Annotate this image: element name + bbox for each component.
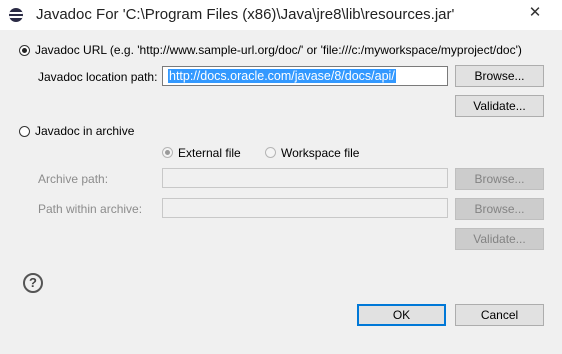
javadoc-url-radio[interactable] <box>19 45 30 56</box>
location-path-value: http://docs.oracle.com/javase/8/docs/api… <box>168 69 396 83</box>
path-within-archive-input[interactable] <box>162 198 448 218</box>
window-title: Javadoc For 'C:\Program Files (x86)\Java… <box>36 6 455 23</box>
javadoc-archive-label: Javadoc in archive <box>35 124 135 138</box>
location-path-label: Javadoc location path: <box>38 70 158 84</box>
javadoc-url-label: Javadoc URL (e.g. 'http://www.sample-url… <box>35 43 522 57</box>
close-icon[interactable]: ✕ <box>524 4 546 22</box>
browse-archive-button[interactable]: Browse... <box>455 168 544 190</box>
archive-path-label: Archive path: <box>38 172 109 186</box>
dialog-body: Javadoc URL (e.g. 'http://www.sample-url… <box>8 30 554 346</box>
location-path-input[interactable]: http://docs.oracle.com/javase/8/docs/api… <box>162 66 448 86</box>
browse-url-button[interactable]: Browse... <box>455 65 544 87</box>
validate-archive-button[interactable]: Validate... <box>455 228 544 250</box>
title-bar: Javadoc For 'C:\Program Files (x86)\Java… <box>0 0 562 30</box>
workspace-file-radio[interactable] <box>265 147 276 158</box>
radio-selected-dot <box>22 48 27 53</box>
validate-url-button[interactable]: Validate... <box>455 95 544 117</box>
cancel-button[interactable]: Cancel <box>455 304 544 326</box>
radio-selected-dot <box>165 150 170 155</box>
workspace-file-label: Workspace file <box>281 146 360 160</box>
eclipse-icon <box>9 8 23 22</box>
external-file-radio[interactable] <box>162 147 173 158</box>
path-within-archive-label: Path within archive: <box>38 202 143 216</box>
external-file-label: External file <box>178 146 241 160</box>
archive-path-input[interactable] <box>162 168 448 188</box>
javadoc-archive-radio[interactable] <box>19 126 30 137</box>
browse-path-button[interactable]: Browse... <box>455 198 544 220</box>
help-icon[interactable]: ? <box>23 273 43 293</box>
ok-button[interactable]: OK <box>357 304 446 326</box>
